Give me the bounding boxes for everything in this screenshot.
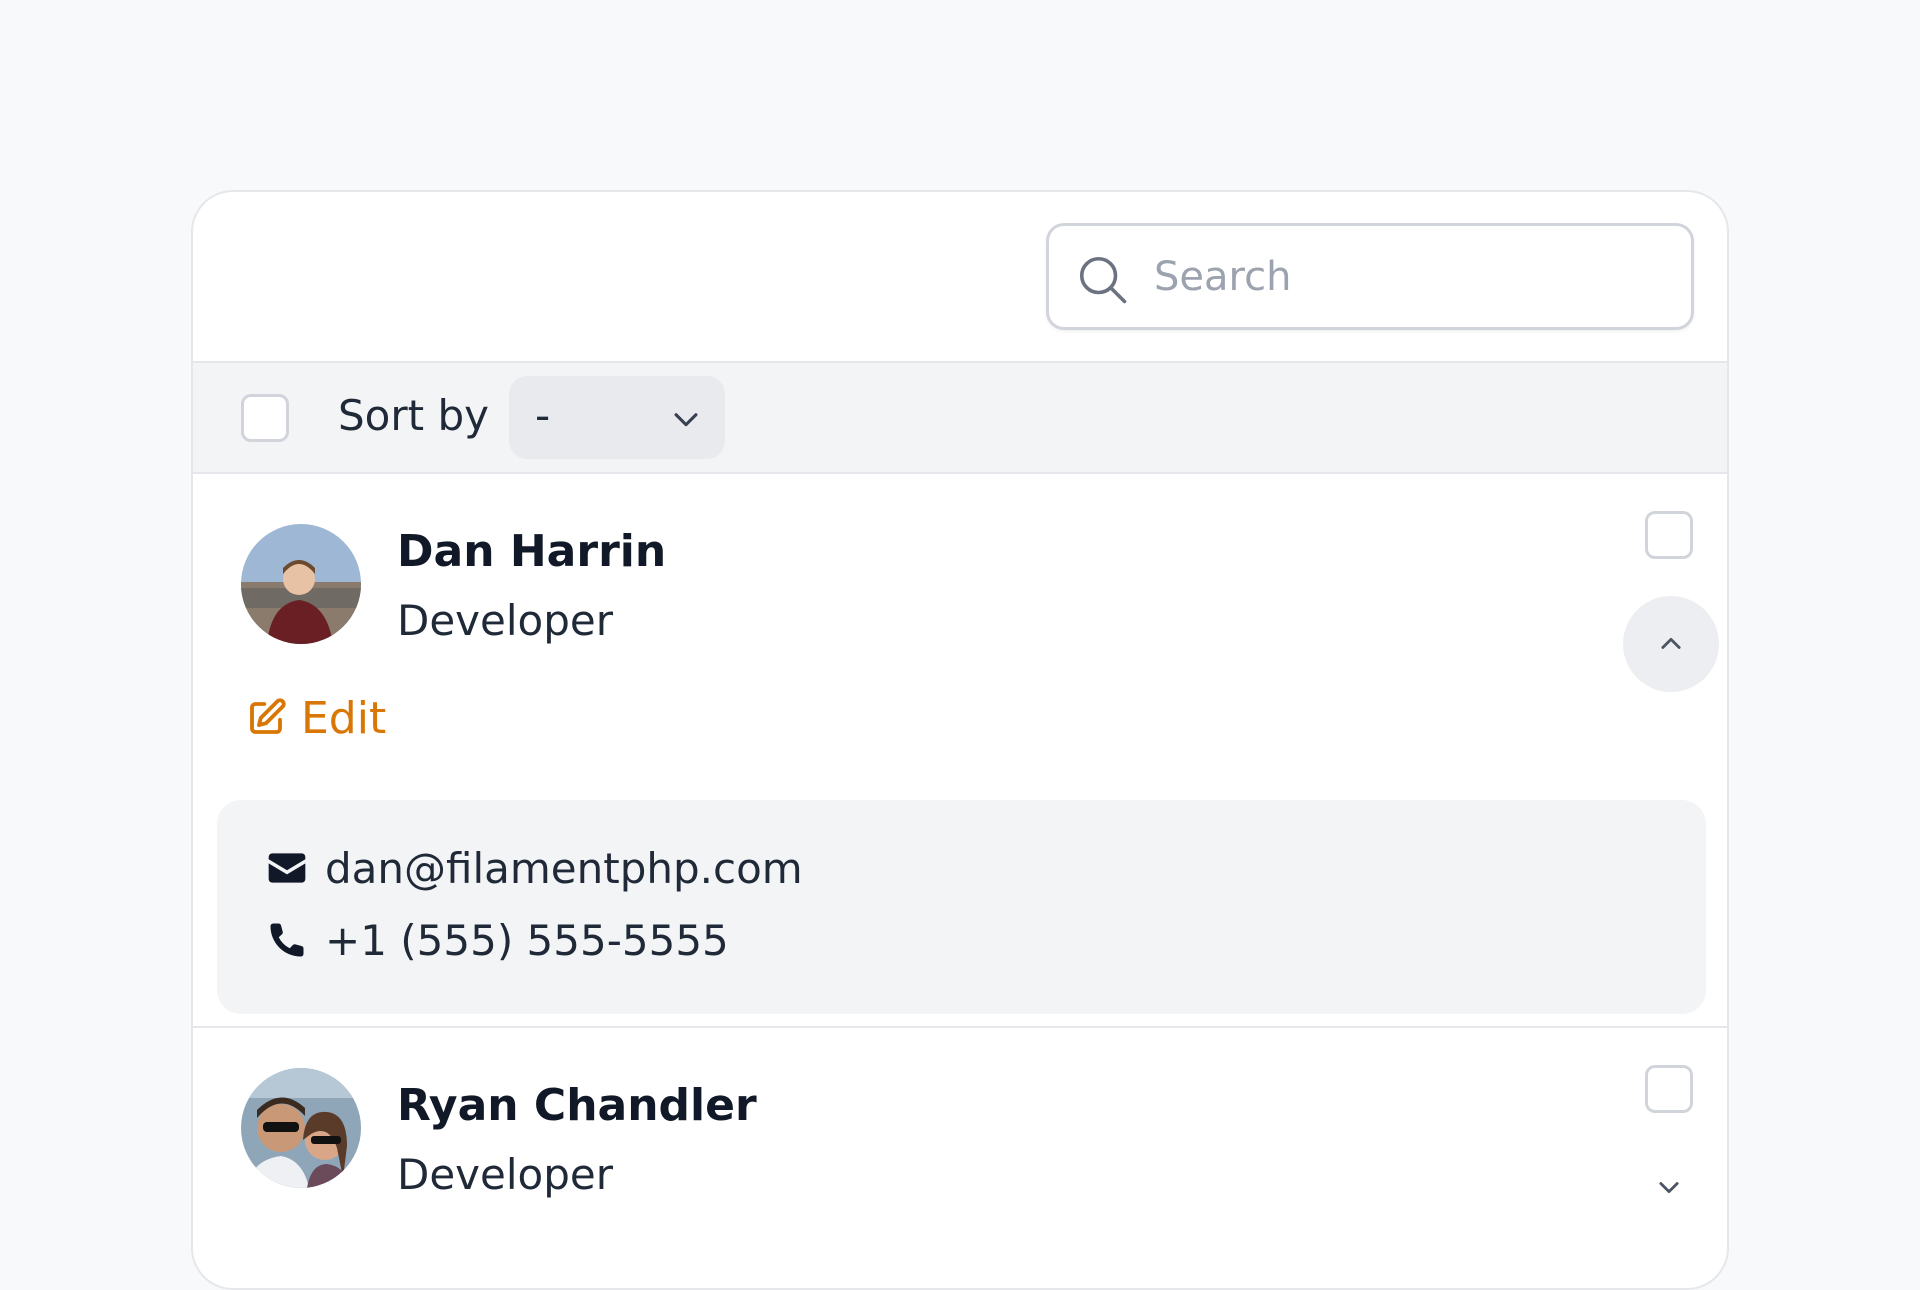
avatar bbox=[241, 1068, 361, 1188]
edit-label: Edit bbox=[301, 692, 387, 744]
table-row: Dan Harrin Developer Edit dan@filamentph… bbox=[193, 476, 1727, 1028]
chevron-down-icon bbox=[674, 413, 698, 427]
row-checkbox[interactable] bbox=[1645, 1065, 1693, 1113]
edit-button[interactable]: Edit bbox=[245, 688, 386, 748]
record-details: dan@filamentphp.com +1 (555) 555-5555 bbox=[217, 800, 1706, 1014]
row-checkbox[interactable] bbox=[1645, 511, 1693, 559]
table-header bbox=[193, 192, 1727, 363]
search-icon bbox=[1079, 256, 1127, 304]
phone-icon bbox=[270, 923, 304, 957]
record-name: Ryan Chandler bbox=[397, 1080, 757, 1131]
search-field[interactable] bbox=[1046, 223, 1694, 330]
table-card: Sort by - Dan Harrin Developer bbox=[191, 190, 1729, 1290]
sort-label: Sort by bbox=[338, 391, 489, 440]
sort-select[interactable]: - bbox=[509, 376, 725, 459]
sort-select-value: - bbox=[535, 391, 551, 440]
table-toolbar: Sort by - bbox=[193, 363, 1727, 474]
record-role: Developer bbox=[397, 1150, 614, 1199]
table-row: Ryan Chandler Developer bbox=[193, 1030, 1727, 1288]
envelope-icon bbox=[268, 853, 306, 883]
record-name: Dan Harrin bbox=[397, 526, 667, 577]
avatar bbox=[241, 524, 361, 644]
chevron-up-icon bbox=[1661, 637, 1681, 649]
phone-line: +1 (555) 555-5555 bbox=[265, 910, 729, 970]
select-all-checkbox[interactable] bbox=[241, 394, 289, 442]
collapse-row-button[interactable] bbox=[1623, 596, 1719, 692]
chevron-down-icon[interactable] bbox=[1655, 1173, 1683, 1201]
email-line: dan@filamentphp.com bbox=[265, 838, 803, 898]
record-email: dan@filamentphp.com bbox=[325, 843, 803, 893]
record-phone: +1 (555) 555-5555 bbox=[325, 915, 729, 965]
search-input[interactable] bbox=[1154, 244, 1674, 309]
pencil-square-icon bbox=[250, 698, 286, 734]
record-role: Developer bbox=[397, 596, 614, 645]
